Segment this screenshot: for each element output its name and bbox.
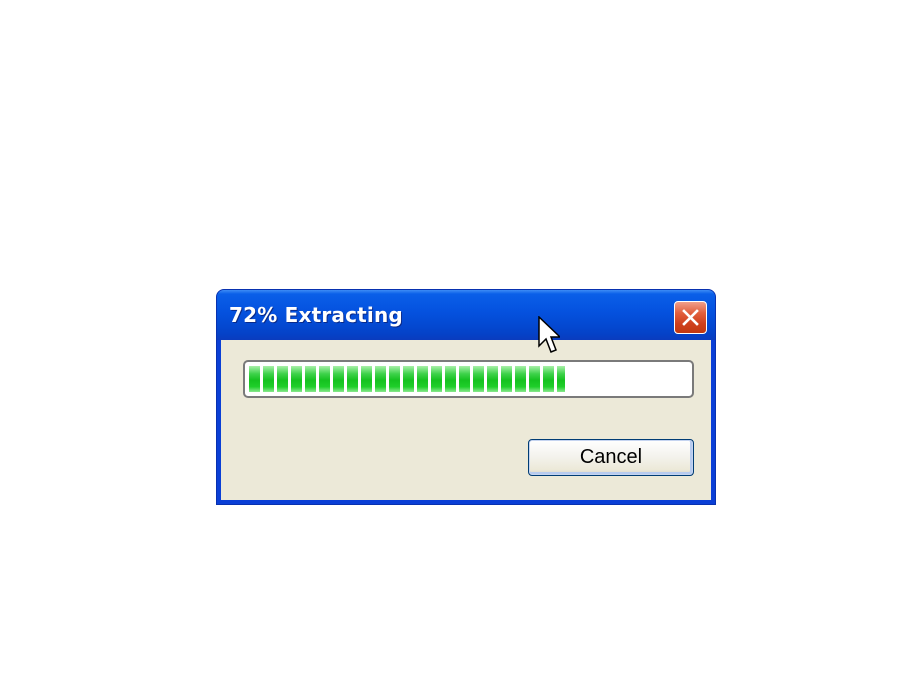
desktop: 72% Extracting Cancel xyxy=(0,0,900,700)
extracting-dialog: 72% Extracting Cancel xyxy=(216,289,716,505)
close-icon xyxy=(682,309,699,326)
dialog-body: Cancel xyxy=(221,340,711,500)
progress-bar xyxy=(243,360,694,398)
dialog-title: 72% Extracting xyxy=(229,303,403,327)
progress-bar-fill xyxy=(249,366,565,392)
title-bar[interactable]: 72% Extracting xyxy=(217,290,715,340)
cancel-button[interactable]: Cancel xyxy=(528,439,694,476)
close-button[interactable] xyxy=(674,301,707,334)
